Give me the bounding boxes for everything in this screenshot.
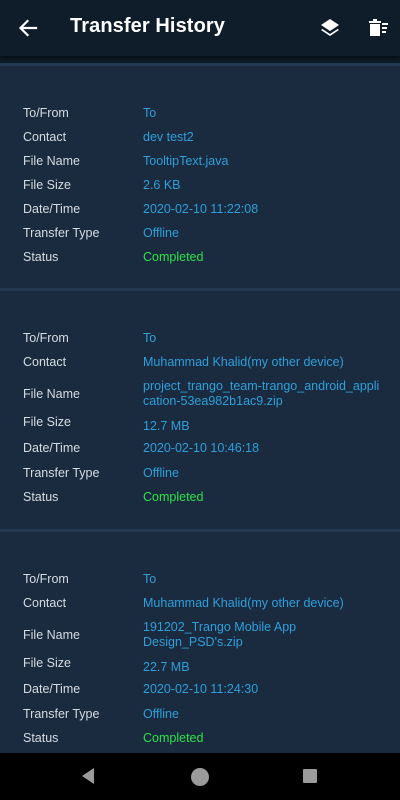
- file-size-label: File Size: [23, 178, 71, 192]
- system-navigation-bar: [0, 753, 400, 800]
- app-bar: Transfer History: [0, 0, 400, 56]
- status-label: Status: [23, 731, 59, 745]
- transfer-type-label: Transfer Type: [23, 226, 100, 240]
- file-size-value: 2.6 KB: [143, 178, 181, 192]
- transfer-type-value: Offline: [143, 466, 179, 480]
- transfer-item[interactable]: To/From To Contact Muhammad Khalid(my ot…: [0, 288, 400, 532]
- status-label: Status: [23, 490, 59, 504]
- contact-value: Muhammad Khalid(my other device): [143, 596, 344, 610]
- date-time-value: 2020-02-10 10:46:18: [143, 441, 260, 455]
- contact-label: Contact: [23, 130, 67, 144]
- date-time-label: Date/Time: [23, 202, 81, 216]
- transfer-type-value: Offline: [143, 707, 179, 721]
- status-value: Completed: [143, 250, 204, 264]
- nav-back-icon: [82, 768, 94, 784]
- file-size-label: File Size: [23, 656, 71, 670]
- file-size-value: 22.7 MB: [143, 660, 190, 674]
- to-from-value: To: [143, 331, 157, 345]
- to-from-value: To: [143, 106, 157, 120]
- nav-home-icon[interactable]: [191, 768, 209, 786]
- contact-value: dev test2: [143, 130, 194, 144]
- date-time-value: 2020-02-10 11:22:08: [143, 202, 259, 216]
- file-name-value: TooltipText.java: [143, 154, 229, 168]
- status-label: Status: [23, 250, 59, 264]
- file-size-value: 12.7 MB: [143, 419, 190, 433]
- arrow-left-icon: [18, 19, 38, 37]
- transfer-history-list[interactable]: To/From To Contact dev test2 File Name T…: [0, 56, 400, 753]
- page-title: Transfer History: [70, 15, 225, 37]
- nav-recents-icon[interactable]: [303, 769, 317, 783]
- date-time-label: Date/Time: [23, 441, 81, 455]
- date-time-value: 2020-02-10 11:24:30: [143, 682, 259, 696]
- nav-back-button[interactable]: [80, 767, 96, 790]
- file-name-label: File Name: [23, 387, 80, 401]
- status-value: Completed: [143, 490, 204, 504]
- file-name-value: 191202_Trango Mobile App Design_PSD's.zi…: [143, 620, 297, 649]
- back-button[interactable]: [14, 14, 42, 42]
- transfer-item[interactable]: To/From To Contact Muhammad Khalid(my ot…: [0, 529, 400, 753]
- layers-button[interactable]: [316, 14, 344, 42]
- file-name-label: File Name: [23, 628, 80, 642]
- to-from-value: To: [143, 572, 157, 586]
- layers-icon: [321, 19, 339, 36]
- clear-history-icon: [369, 19, 388, 36]
- clear-history-button[interactable]: [364, 14, 392, 42]
- transfer-item[interactable]: To/From To Contact dev test2 File Name T…: [0, 63, 400, 291]
- file-name-label: File Name: [23, 154, 80, 168]
- to-from-label: To/From: [23, 106, 69, 120]
- file-name-value: project_trango_team-trango_android_appli…: [143, 379, 380, 408]
- to-from-label: To/From: [23, 331, 69, 345]
- contact-value: Muhammad Khalid(my other device): [143, 355, 344, 369]
- transfer-type-label: Transfer Type: [23, 466, 100, 480]
- to-from-label: To/From: [23, 572, 69, 586]
- date-time-label: Date/Time: [23, 682, 81, 696]
- contact-label: Contact: [23, 355, 67, 369]
- file-size-label: File Size: [23, 415, 71, 429]
- status-value: Completed: [143, 731, 204, 745]
- transfer-type-value: Offline: [143, 226, 179, 240]
- contact-label: Contact: [23, 596, 67, 610]
- transfer-type-label: Transfer Type: [23, 707, 100, 721]
